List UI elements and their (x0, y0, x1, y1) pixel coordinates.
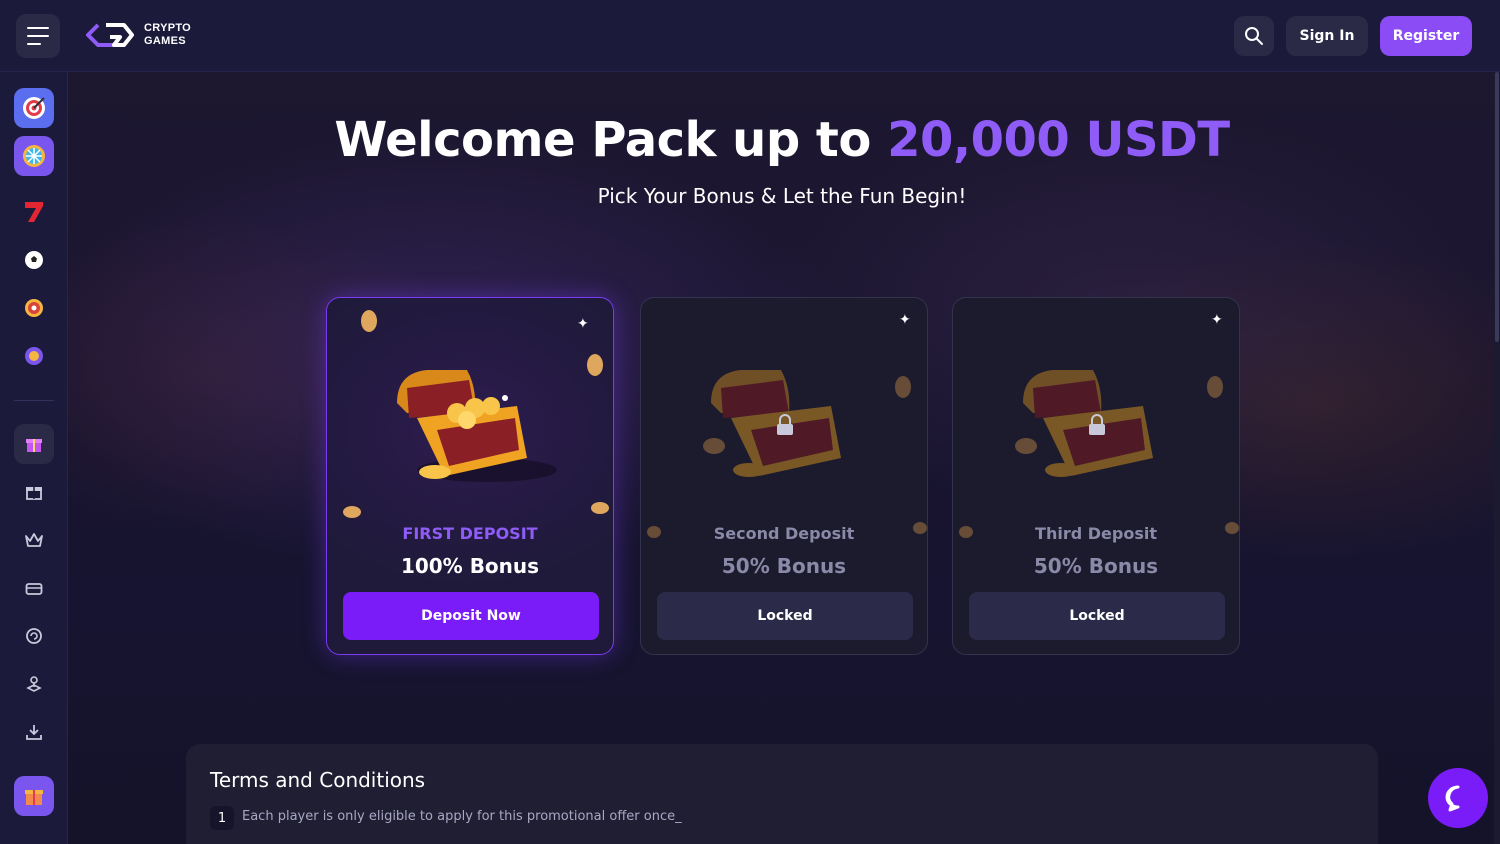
coin-decoration (361, 310, 377, 332)
lock-icon (1089, 414, 1105, 435)
terms-item-number: 1 (210, 806, 234, 830)
page-subtitle: Pick Your Bonus & Let the Fun Begin! (597, 184, 967, 208)
sidebar-divider (14, 400, 54, 401)
top-header: CRYPTO GAMES Sign In Register (0, 0, 1500, 72)
deposit-card-third: ✦ Third Deposit 50% Bonus Locked (952, 297, 1240, 655)
joystick-icon[interactable] (14, 664, 54, 704)
gift-icon[interactable] (14, 472, 54, 512)
crown-icon[interactable] (14, 520, 54, 560)
register-button[interactable]: Register (1380, 16, 1472, 56)
download-icon[interactable] (14, 712, 54, 752)
coin-decoration (1207, 376, 1223, 398)
search-button[interactable] (1234, 16, 1274, 56)
treasure-chest-icon (397, 370, 557, 482)
deposit-card-first: ✦ FIRST DEPOSIT 100% Bonus Deposit Now (326, 297, 614, 655)
locked-button[interactable]: Locked (657, 592, 913, 640)
page-title: Welcome Pack up to 20,000 USDT (334, 112, 1230, 168)
sign-in-button[interactable]: Sign In (1286, 16, 1368, 56)
terms-item-text: Each player is only eligible to apply fo… (242, 809, 682, 824)
coin-decoration (895, 376, 911, 398)
card-bonus: 100% Bonus (400, 554, 540, 578)
sparkle-icon: ✦ (899, 312, 911, 328)
terms-section: Terms and Conditions 1 Each player is on… (186, 744, 1378, 844)
poker-chip-icon[interactable] (14, 336, 54, 376)
card-bonus: 50% Bonus (721, 554, 847, 578)
card-label: Second Deposit (713, 524, 855, 543)
logo-text: CRYPTO GAMES (144, 22, 192, 47)
card-label: FIRST DEPOSIT (402, 524, 538, 543)
terms-title: Terms and Conditions (210, 768, 426, 792)
locked-button[interactable]: Locked (969, 592, 1225, 640)
ticket-icon[interactable] (14, 568, 54, 608)
lock-icon (777, 414, 793, 435)
promo-gift-icon[interactable] (14, 424, 54, 464)
logo-mark-icon (86, 23, 134, 47)
sparkle-icon: ✦ (577, 316, 589, 332)
hamburger-menu-icon[interactable] (16, 14, 60, 58)
coin-decoration (591, 502, 609, 514)
card-bonus: 50% Bonus (1033, 554, 1159, 578)
roulette-icon[interactable] (14, 288, 54, 328)
deposit-now-button[interactable]: Deposit Now (343, 592, 599, 640)
refresh-shield-icon[interactable] (14, 616, 54, 656)
live-chat-button[interactable] (1428, 768, 1488, 828)
sparkle-icon: ✦ (1211, 312, 1223, 328)
chat-bubble-icon (1445, 785, 1460, 812)
logo[interactable]: CRYPTO GAMES (84, 22, 191, 48)
bonus-box-icon[interactable] (14, 776, 54, 816)
search-icon (1245, 27, 1263, 45)
soccer-ball-icon[interactable] (14, 240, 54, 280)
coin-decoration (587, 354, 603, 376)
deposit-card-second: ✦ Second Deposit 50% Bonus Locked (640, 297, 928, 655)
coin-decoration (343, 506, 361, 518)
card-label: Third Deposit (1035, 524, 1157, 543)
